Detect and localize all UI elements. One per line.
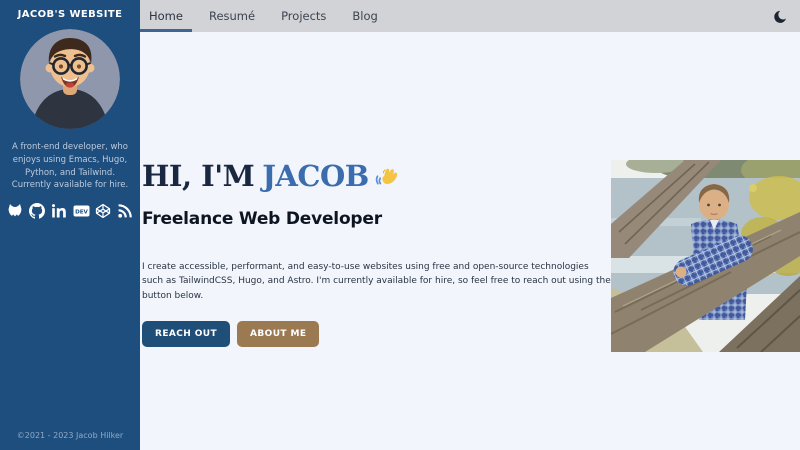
hero-subtitle: Freelance Web Developer	[142, 208, 620, 230]
social-links-row: DEV	[7, 202, 134, 219]
hero-buttons: REACH OUT ABOUT ME	[142, 321, 620, 347]
site-title[interactable]: JACOB'S WEBSITE	[18, 9, 123, 20]
reach-out-button[interactable]: REACH OUT	[142, 321, 230, 347]
linkedin-icon	[51, 203, 67, 219]
portrait-photo-illustration	[611, 160, 800, 352]
nav-item-resume[interactable]: Resumé	[200, 0, 264, 32]
social-link-1[interactable]	[7, 202, 24, 219]
hero-name: JACOB	[262, 158, 369, 196]
social-link-5[interactable]	[95, 202, 112, 219]
copyright-text: ©2021 - 2023 Jacob Hilker	[17, 431, 123, 440]
codepen-icon	[95, 203, 111, 219]
about-me-button[interactable]: ABOUT ME	[237, 321, 319, 347]
top-navbar: Home Resumé Projects Blog	[140, 0, 800, 32]
hero-description: I create accessible, performant, and eas…	[142, 260, 612, 303]
portrait-photo	[611, 160, 800, 352]
sidebar: JACOB'S WEBSITE	[0, 0, 140, 450]
rss-icon	[117, 203, 133, 219]
github-icon	[29, 203, 45, 219]
dark-mode-toggle[interactable]	[773, 9, 788, 24]
hero-greeting: HI, I'MJACOB	[142, 158, 620, 196]
social-link-3[interactable]	[51, 202, 68, 219]
nav-item-blog[interactable]: Blog	[343, 0, 386, 32]
main-content: HI, I'MJACOB Freelance Web Developer I c…	[140, 32, 800, 450]
bio-text: A front-end developer, who enjoys using …	[0, 141, 140, 192]
avatar-illustration	[20, 29, 120, 129]
social-link-2[interactable]	[29, 202, 46, 219]
social-link-6[interactable]	[117, 202, 134, 219]
avatar	[20, 29, 120, 129]
waving-hand-icon	[375, 163, 402, 190]
nav-item-projects[interactable]: Projects	[272, 0, 335, 32]
moon-icon	[773, 9, 788, 24]
svg-text:DEV: DEV	[75, 209, 88, 215]
hero-section: HI, I'MJACOB Freelance Web Developer I c…	[142, 158, 620, 347]
social-link-4[interactable]: DEV	[73, 202, 90, 219]
bat-icon	[7, 203, 23, 219]
hero-greeting-prefix: HI, I'M	[142, 158, 254, 196]
nav-item-home[interactable]: Home	[140, 0, 192, 32]
dev-to-icon: DEV	[73, 203, 90, 219]
